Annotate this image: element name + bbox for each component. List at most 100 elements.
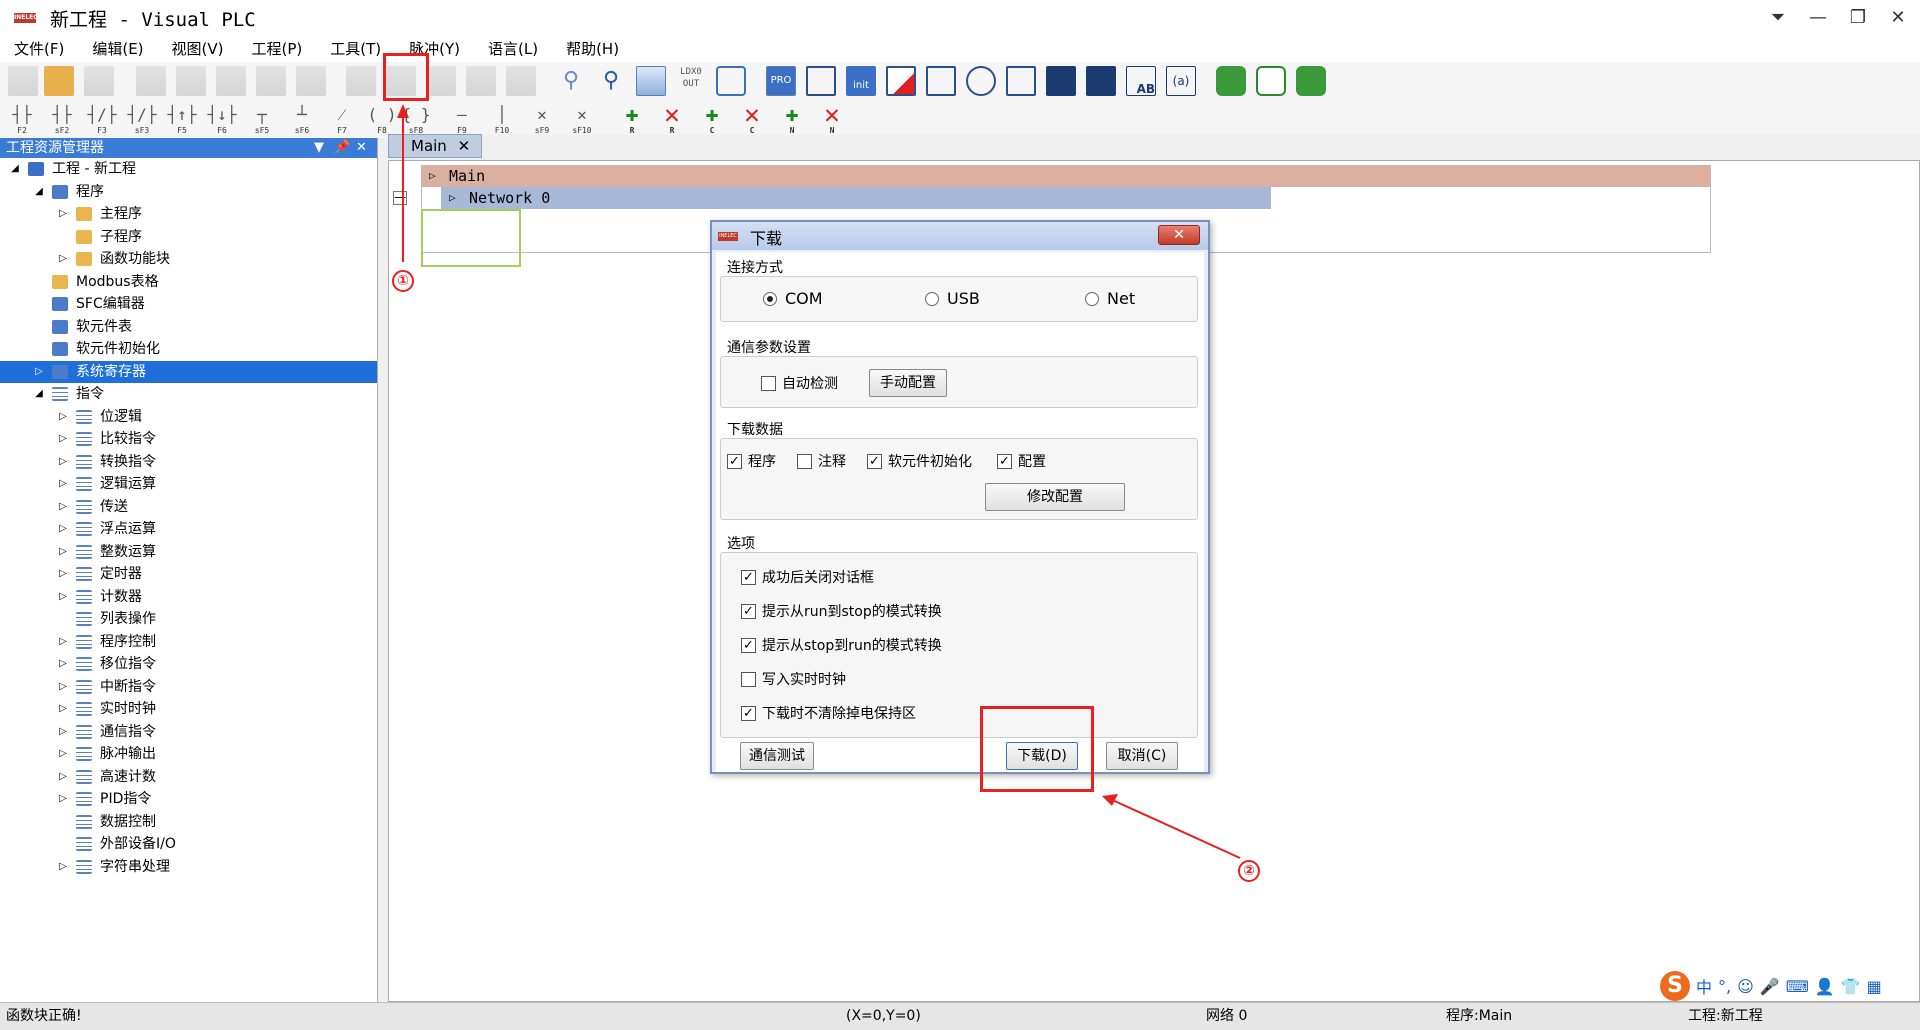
- tab-close-icon[interactable]: ✕: [458, 137, 471, 155]
- ime-punct-icon[interactable]: °,: [1718, 977, 1731, 996]
- tree-item[interactable]: 数据控制: [0, 811, 377, 834]
- new-file-icon[interactable]: [8, 66, 38, 96]
- option-keep-retentive-box[interactable]: ✓: [741, 705, 756, 721]
- cancel-button[interactable]: 取消(C): [1106, 742, 1178, 770]
- radio-com-dot[interactable]: [763, 291, 777, 306]
- tree-item[interactable]: ▷ 移位指令: [0, 653, 377, 676]
- insert-network-icon[interactable]: ✚ N: [776, 104, 808, 136]
- auto-detect-checkbox[interactable]: 自动检测: [761, 373, 838, 393]
- expand-arrow-icon[interactable]: ▷: [34, 361, 44, 384]
- monitor-icon[interactable]: [506, 66, 536, 96]
- tree-item[interactable]: 软元件表: [0, 316, 377, 339]
- option-keep-retentive[interactable]: ✓ 下载时不清除掉电保持区: [741, 703, 916, 723]
- tree-item[interactable]: ▷ 转换指令: [0, 451, 377, 474]
- data-config-checkbox[interactable]: ✓ 配置: [997, 451, 1046, 471]
- data-config-box[interactable]: ✓: [997, 453, 1012, 469]
- tab-main[interactable]: Main ✕: [388, 134, 482, 158]
- expand-arrow-icon[interactable]: ▷: [58, 653, 68, 676]
- option-close-on-success-box[interactable]: ✓: [741, 569, 756, 585]
- contact-nc-icon[interactable]: ┤/├ F3: [86, 104, 118, 135]
- data-comment-checkbox[interactable]: 注释: [797, 451, 846, 471]
- coil-icon[interactable]: ( ) F8: [366, 104, 398, 135]
- open-folder-icon[interactable]: [44, 66, 74, 96]
- dialog-close-button[interactable]: ✕: [1158, 225, 1200, 245]
- contact-or-icon[interactable]: ┤├ sF2: [46, 104, 78, 135]
- tree-item[interactable]: 外部设备I/O: [0, 833, 377, 856]
- tree-item[interactable]: ▷ 高速计数: [0, 766, 377, 789]
- radio-net[interactable]: Net: [1085, 289, 1135, 308]
- ime-emoji-icon[interactable]: ☺: [1737, 977, 1754, 996]
- inverse-icon[interactable]: ⁄ F7: [326, 104, 358, 135]
- expand-arrow-icon[interactable]: ▷: [58, 698, 68, 721]
- zoom-out-icon[interactable]: ⚲: [596, 66, 626, 96]
- expand-arrow-icon[interactable]: ▷: [58, 743, 68, 766]
- ime-skin-icon[interactable]: 👕: [1841, 977, 1861, 996]
- ime-user-icon[interactable]: 👤: [1815, 977, 1835, 996]
- radio-usb[interactable]: USB: [925, 289, 980, 308]
- expand-arrow-icon[interactable]: ▷: [58, 721, 68, 744]
- modify-config-button[interactable]: 修改配置: [985, 483, 1125, 511]
- comment-icon[interactable]: [716, 66, 746, 96]
- import-icon[interactable]: [346, 66, 376, 96]
- manual-config-button[interactable]: 手动配置: [869, 369, 947, 397]
- tree-item[interactable]: ◢ 指令: [0, 383, 377, 406]
- tree-item[interactable]: ▷ 中断指令: [0, 676, 377, 699]
- block-icon[interactable]: [1086, 66, 1116, 96]
- option-run-to-stop[interactable]: ✓ 提示从run到stop的模式转换: [741, 601, 942, 621]
- comm-test-button[interactable]: 通信测试: [740, 742, 814, 770]
- camera-icon[interactable]: [966, 66, 996, 96]
- expand-arrow-icon[interactable]: ▷: [58, 496, 68, 519]
- expand-arrow-icon[interactable]: ▷: [58, 586, 68, 609]
- expand-arrow-icon[interactable]: ▷: [58, 203, 68, 226]
- tree-item[interactable]: ▷ 逻辑运算: [0, 473, 377, 496]
- falling-edge-icon[interactable]: ┤↓├ F6: [206, 104, 238, 135]
- or-rising-icon[interactable]: ┬ sF5: [246, 104, 278, 135]
- compare-icon[interactable]: [466, 66, 496, 96]
- data-init-box[interactable]: ✓: [867, 453, 882, 469]
- data-program-box[interactable]: ✓: [727, 453, 742, 469]
- insert-row-icon[interactable]: ✚ R: [616, 104, 648, 136]
- paste-icon[interactable]: [296, 66, 326, 96]
- copy-icon[interactable]: [256, 66, 286, 96]
- minimize-button[interactable]: —: [1798, 4, 1838, 32]
- wifi-settings-icon[interactable]: [1216, 66, 1246, 96]
- tree-item[interactable]: ▷ 系统寄存器: [0, 360, 377, 384]
- menu-file[interactable]: 文件(F): [0, 36, 78, 62]
- tree-item[interactable]: SFC编辑器: [0, 293, 377, 316]
- tree-item[interactable]: ◢ 工程 - 新工程: [0, 158, 377, 181]
- or-falling-icon[interactable]: ┴ sF6: [286, 104, 318, 135]
- expand-arrow-icon[interactable]: ▷: [58, 766, 68, 789]
- tree-item[interactable]: ▷ 浮点运算: [0, 518, 377, 541]
- zoom-in-icon[interactable]: ⚲: [556, 66, 586, 96]
- undo-icon[interactable]: [136, 66, 166, 96]
- tree-item[interactable]: ▷ 函数功能块: [0, 248, 377, 271]
- tree-item[interactable]: ▷ 程序控制: [0, 631, 377, 654]
- window-icon[interactable]: [926, 66, 956, 96]
- cell-cursor[interactable]: [421, 209, 521, 267]
- expand-icon[interactable]: ▷: [429, 165, 436, 187]
- block-header[interactable]: ▷ Main: [421, 165, 1711, 187]
- ime-lang-icon[interactable]: 中: [1696, 974, 1712, 998]
- expand-arrow-icon[interactable]: ▷: [58, 473, 68, 496]
- insert-column-icon[interactable]: ✚ C: [696, 104, 728, 136]
- tree-item[interactable]: ▷ 计数器: [0, 586, 377, 609]
- expand-arrow-icon[interactable]: ◢: [34, 181, 44, 204]
- option-stop-to-run[interactable]: ✓ 提示从stop到run的模式转换: [741, 635, 942, 655]
- ime-mic-icon[interactable]: 🎤: [1760, 977, 1780, 996]
- contact-or-nc-icon[interactable]: ┤/├ sF3: [126, 104, 158, 135]
- variable-icon[interactable]: (a): [1166, 66, 1196, 96]
- expand-arrow-icon[interactable]: ▷: [58, 788, 68, 811]
- delete-horizontal-icon[interactable]: ✕ sF9: [526, 104, 558, 135]
- ime-logo[interactable]: S: [1660, 971, 1690, 1001]
- option-write-rtc[interactable]: 写入实时时钟: [741, 669, 846, 689]
- expand-arrow-icon[interactable]: ▷: [58, 856, 68, 879]
- option-run-to-stop-box[interactable]: ✓: [741, 603, 756, 619]
- auto-detect-box[interactable]: [761, 375, 776, 391]
- panel-pin-icon[interactable]: 📌: [334, 138, 350, 158]
- tree-item[interactable]: ▷ PID指令: [0, 788, 377, 811]
- radio-com[interactable]: COM: [763, 289, 823, 308]
- tree-item[interactable]: 软元件初始化: [0, 338, 377, 361]
- menu-project[interactable]: 工程(P): [238, 36, 317, 62]
- expand-arrow-icon[interactable]: ▷: [58, 428, 68, 451]
- tree-item[interactable]: ▷ 整数运算: [0, 541, 377, 564]
